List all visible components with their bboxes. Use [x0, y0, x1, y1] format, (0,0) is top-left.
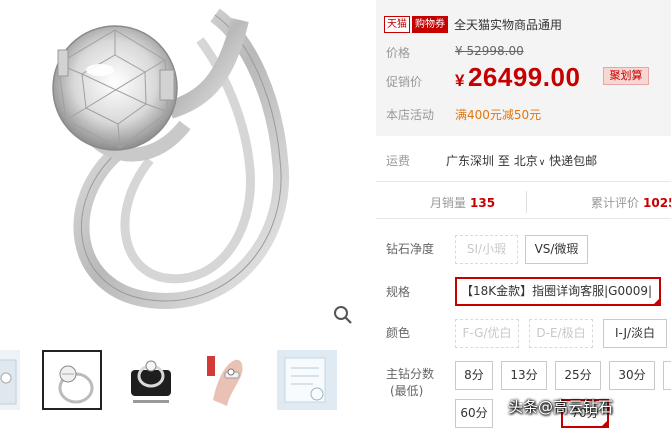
sales-stats-row: 月销量135 累计评价1025: [376, 183, 671, 219]
ring-box-icon: [0, 350, 20, 410]
shipping-row: 运费 广东深圳 至 北京∨ 快递包邮: [376, 136, 671, 182]
price-box: 天猫 购物券 全天猫实物商品通用 价格 ¥ 52998.00 促销价 ¥2649…: [376, 0, 671, 136]
ship-from: 广东深圳: [446, 154, 495, 168]
color-option-de[interactable]: D-E/极白: [529, 319, 593, 348]
carat-option-70[interactable]: 70分: [561, 399, 609, 428]
purchase-panel: 天猫 购物券 全天猫实物商品通用 价格 ¥ 52998.00 促销价 ¥2649…: [376, 0, 671, 439]
main-product-image[interactable]: [0, 0, 360, 330]
monthly-sales-count: 135: [470, 196, 496, 210]
spec-option-selected[interactable]: 【18K金款】指圈详询客服|G0009|: [455, 277, 661, 306]
carat-label-sub: (最低): [390, 384, 424, 398]
ring-icon: [52, 8, 290, 309]
color-option-ij[interactable]: I-J/淡白: [603, 319, 667, 348]
coupon-tag: 购物券: [412, 15, 448, 33]
hand-ring-icon: [199, 350, 259, 410]
store-activity-label: 本店活动: [386, 108, 435, 122]
spec-label: 规格: [386, 285, 411, 299]
shipping-label: 运费: [386, 154, 411, 168]
ring-icon: [44, 352, 100, 408]
clarity-option-si[interactable]: SI/小瑕: [455, 235, 518, 264]
coupon-description: 全天猫实物商品通用: [454, 17, 563, 32]
clarity-label: 钻石净度: [386, 242, 435, 256]
carat-option-60[interactable]: 60分: [455, 399, 493, 428]
promo-price-label: 促销价: [386, 75, 423, 89]
thumbnail-strip: [0, 350, 360, 412]
thumbnail-4[interactable]: [199, 350, 259, 410]
chevron-down-icon: ∨: [538, 158, 546, 168]
monthly-sales-label: 月销量: [430, 196, 467, 210]
tmall-tag: 天猫: [384, 15, 410, 33]
shipping-info: 广东深圳 至 北京∨ 快递包邮: [446, 152, 597, 169]
stats-divider: [526, 191, 527, 213]
ship-to-prefix: 至: [497, 154, 510, 168]
carat-option-more[interactable]: [663, 361, 671, 390]
original-price: ¥ 52998.00: [455, 44, 524, 58]
promo-price-value: 26499.00: [467, 62, 581, 92]
shipping-method: 快递包邮: [549, 154, 598, 168]
promo-price: ¥26499.00: [455, 62, 580, 93]
thumbnail-5[interactable]: [277, 350, 337, 410]
clarity-option-vs[interactable]: VS/微瑕: [525, 235, 588, 264]
magnifier-icon[interactable]: [333, 305, 353, 325]
original-price-label: 价格: [386, 46, 411, 60]
review-count[interactable]: 累计评价1025: [591, 194, 671, 211]
juhuasuan-button[interactable]: 聚划算: [603, 67, 649, 85]
destination-selector[interactable]: 北京∨: [514, 154, 546, 168]
destination-city: 北京: [513, 154, 538, 168]
product-page: 天猫 购物券 全天猫实物商品通用 价格 ¥ 52998.00 促销价 ¥2649…: [0, 0, 671, 439]
ring-on-box-icon: [121, 350, 181, 410]
review-count-value: 1025: [643, 196, 671, 210]
tmall-coupon-row[interactable]: 天猫 购物券 全天猫实物商品通用: [384, 15, 562, 33]
carat-option-13[interactable]: 13分: [501, 361, 547, 390]
carat-option-8[interactable]: 8分: [455, 361, 493, 390]
carat-label: 主钻分数: [386, 367, 435, 381]
store-activity-text[interactable]: 满400元减50元: [455, 106, 541, 123]
monthly-sales: 月销量 135: [430, 194, 495, 211]
currency-symbol: ¥: [455, 71, 465, 90]
certificate-icon: [277, 350, 337, 410]
carat-option-30[interactable]: 30分: [609, 361, 655, 390]
thumbnail-2[interactable]: [42, 350, 102, 410]
color-label: 颜色: [386, 326, 411, 340]
review-count-label: 累计评价: [591, 196, 640, 210]
thumbnail-1[interactable]: [0, 350, 20, 410]
carat-option-25[interactable]: 25分: [555, 361, 601, 390]
product-gallery: [0, 0, 360, 439]
color-option-fg[interactable]: F-G/优白: [455, 319, 519, 348]
thumbnail-3[interactable]: [121, 350, 181, 410]
